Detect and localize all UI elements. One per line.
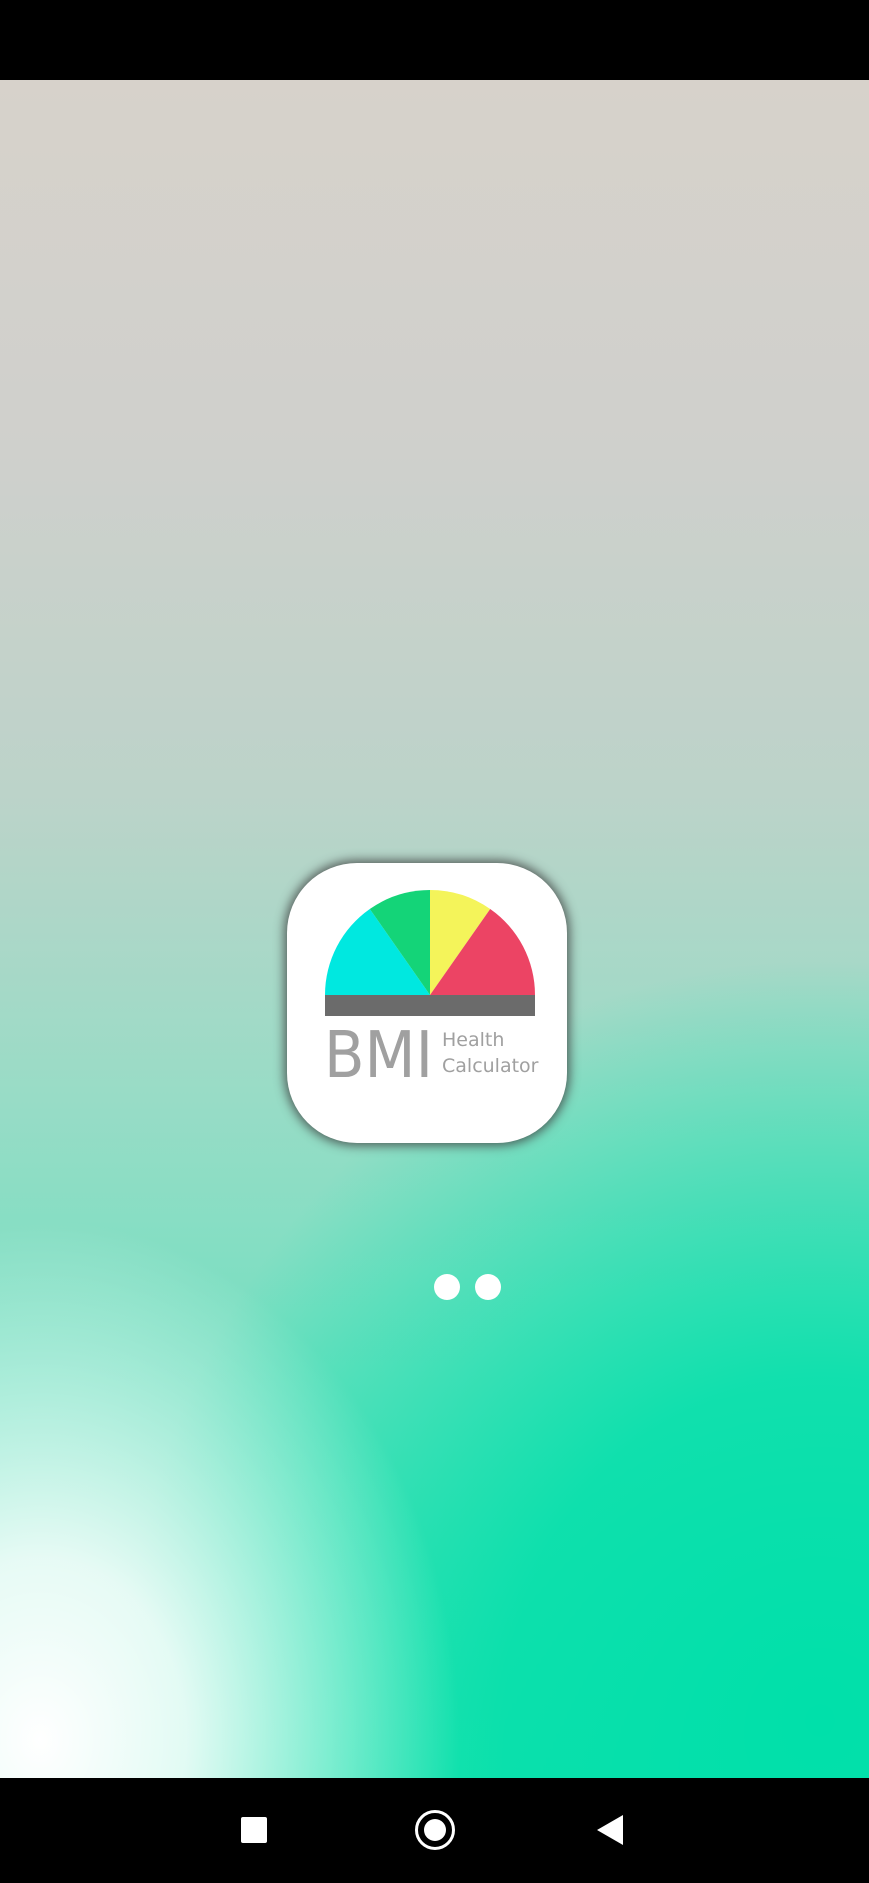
recents-button[interactable]: [219, 1798, 289, 1862]
screen: BMI Health Calculator: [0, 0, 869, 1883]
system-navigation-bar: [0, 1778, 869, 1883]
circle-home-icon: [415, 1810, 455, 1850]
status-bar: [0, 0, 869, 80]
gauge-base-bar: [325, 995, 535, 1016]
loading-dot: [434, 1274, 460, 1300]
logo-tagline-calculator: Calculator: [442, 1055, 539, 1077]
app-icon: BMI Health Calculator: [287, 863, 567, 1143]
home-button[interactable]: [400, 1798, 470, 1862]
loading-dot: [475, 1274, 501, 1300]
square-recents-icon: [241, 1817, 267, 1843]
logo-bmi-text: BMI: [324, 1019, 433, 1093]
triangle-back-icon: [597, 1815, 623, 1845]
bmi-logo: BMI Health Calculator: [324, 890, 539, 1093]
splash-screen: BMI Health Calculator: [0, 80, 869, 1778]
logo-tagline-health: Health: [442, 1029, 504, 1051]
loading-indicator: [432, 1274, 502, 1300]
back-button[interactable]: [577, 1798, 647, 1862]
